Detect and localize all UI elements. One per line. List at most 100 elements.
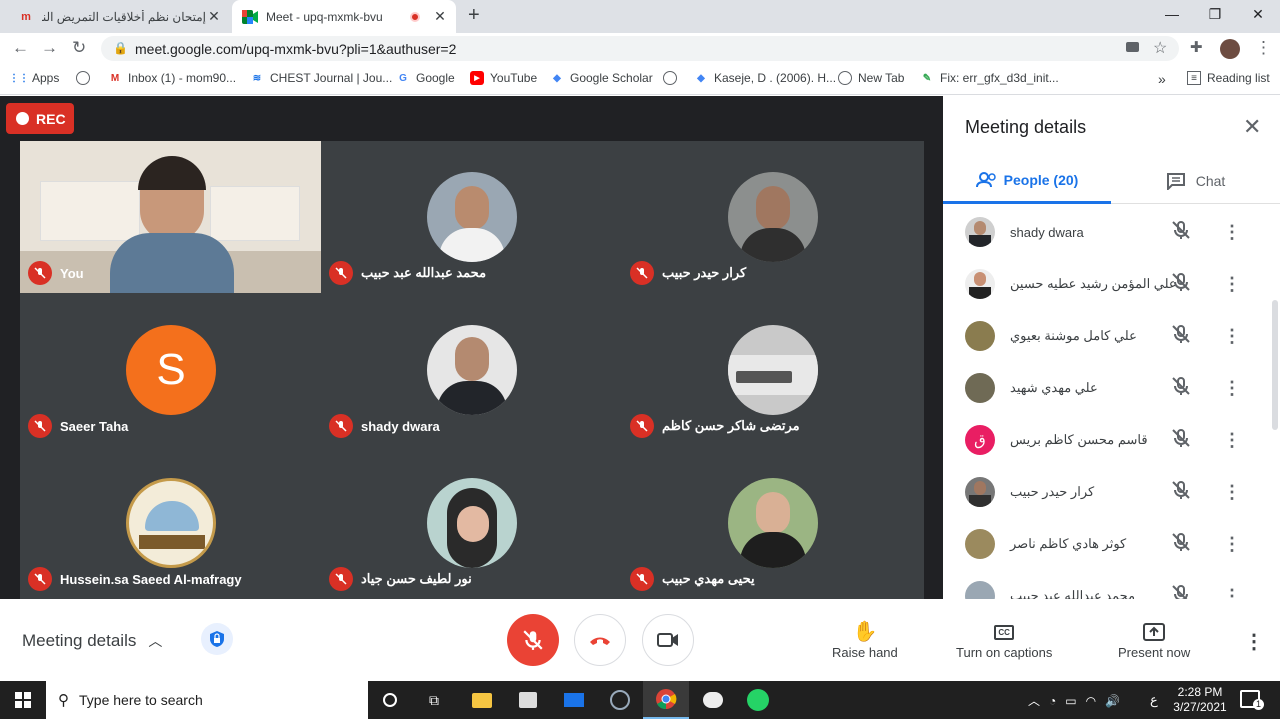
participant-tile[interactable]: كرار حيدر حبيب [622, 141, 923, 293]
list-item[interactable]: محمد عبدالله عبد حبيب ⋮ [943, 570, 1273, 599]
back-icon[interactable]: ← [12, 38, 29, 58]
url-text[interactable]: meet.google.com/upq-mxmk-bvu?pli=1&authu… [135, 41, 456, 57]
panel-scrollbar[interactable] [1272, 300, 1278, 430]
participant-tile[interactable]: يحيى مهدي حبيب [622, 447, 923, 599]
bookmark-star-icon[interactable]: ☆ [1153, 38, 1167, 58]
new-tab-button[interactable]: + [468, 4, 480, 27]
bookmark-label: Inbox (1) - mom90... [128, 71, 237, 85]
bookmark-google[interactable]: G Google [396, 71, 455, 85]
captions-button[interactable]: CC Turn on captions [956, 619, 1052, 660]
bookmark-scholar[interactable]: ◆ Google Scholar [550, 71, 653, 85]
participant-name: You [60, 265, 84, 281]
notification-center-icon[interactable]: 1 [1240, 690, 1264, 710]
taskbar-clock[interactable]: 2:28 PM 3/27/2021 [1168, 685, 1232, 715]
gmail-icon: M [110, 72, 120, 84]
close-icon[interactable]: ✕ [1243, 114, 1261, 140]
extensions-icon[interactable]: ✚ [1190, 38, 1203, 56]
raise-hand-button[interactable]: ✋ Raise hand [832, 619, 898, 660]
paint-icon[interactable] [700, 687, 726, 713]
cortana-icon[interactable] [377, 687, 403, 713]
tab-forms[interactable]: m إمتحان نظم أخلاقيات التمريض النها ✕ [8, 0, 230, 33]
mic-off-icon [1171, 376, 1191, 401]
list-item[interactable]: كرار حيدر حبيب ⋮ [943, 466, 1273, 518]
participant-tile-self[interactable]: You [20, 141, 321, 293]
participant-tile[interactable]: shady dwara [321, 294, 622, 446]
bookmark-fix[interactable]: ✎ Fix: err_gfx_d3d_init... [920, 71, 1059, 85]
tab-people-label: People (20) [1003, 171, 1079, 188]
list-item[interactable]: shady dwara ⋮ [943, 206, 1273, 258]
list-item[interactable]: علي مهدي شهيد ⋮ [943, 362, 1273, 414]
bookmark-globe[interactable] [663, 71, 683, 85]
mail-icon[interactable] [561, 687, 587, 713]
participant-name: shady dwara [361, 418, 440, 434]
list-item[interactable]: علي كامل موشنة بعيوي ⋮ [943, 310, 1273, 362]
bookmark-chest[interactable]: ≋ CHEST Journal | Jou... [250, 71, 392, 85]
taskbar-search[interactable]: ⚲ Type here to search [46, 681, 368, 719]
store-icon[interactable] [515, 687, 541, 713]
bookmark-youtube[interactable]: ▶ YouTube [470, 71, 537, 85]
whatsapp-icon[interactable] [745, 687, 771, 713]
menu-icon[interactable]: ⋮ [1255, 38, 1272, 58]
file-explorer-icon[interactable] [469, 687, 495, 713]
more-options-icon[interactable]: ⋮ [1244, 629, 1264, 654]
close-tab-icon[interactable]: ✕ [206, 8, 222, 25]
more-options-icon[interactable]: ⋮ [1223, 222, 1241, 243]
list-item[interactable]: ق قاسم محسن كاظم بريس ⋮ [943, 414, 1273, 466]
bookmark-label: YouTube [490, 71, 538, 85]
participant-avatar [728, 172, 818, 262]
more-options-icon[interactable]: ⋮ [1223, 430, 1241, 451]
youtube-icon: ▶ [470, 71, 484, 85]
mic-off-icon [1171, 220, 1191, 245]
app-icon[interactable] [607, 687, 633, 713]
meeting-details-toggle[interactable]: Meeting details ︿ [22, 631, 162, 651]
more-options-icon[interactable]: ⋮ [1223, 534, 1241, 555]
chrome-taskbar-button[interactable] [643, 681, 689, 719]
more-options-icon[interactable]: ⋮ [1223, 378, 1241, 399]
maximize-icon[interactable]: ❐ [1205, 6, 1225, 23]
mic-toggle-button[interactable] [507, 614, 559, 666]
mic-off-icon [1171, 272, 1191, 297]
person-name: علي كامل موشنة بعيوي [1010, 328, 1137, 343]
bookmarks-more-button[interactable]: » [1158, 71, 1166, 87]
close-window-icon[interactable]: ✕ [1248, 6, 1268, 23]
camera-toggle-button[interactable] [642, 614, 694, 666]
participant-tile[interactable]: محمد عبدالله عبد حبيب [321, 141, 622, 293]
leave-call-button[interactable] [574, 614, 626, 666]
camera-icon[interactable] [1126, 42, 1139, 52]
forms-icon: m [21, 10, 31, 23]
reload-icon[interactable]: ↻ [72, 38, 86, 58]
bookmark-inbox[interactable] [76, 71, 96, 85]
tab-people[interactable]: People (20) [943, 158, 1111, 204]
bookmark-inbox[interactable]: M Inbox (1) - mom90... [108, 71, 236, 85]
present-now-button[interactable]: Present now [1118, 619, 1190, 660]
bookmark-kaseje[interactable]: ◆ Kaseje, D . (2006). H... [694, 71, 836, 85]
present-label: Present now [1118, 645, 1191, 660]
tab-meet[interactable]: Meet - upq-mxmk-bvu ✕ [232, 0, 456, 33]
tab-chat[interactable]: Chat [1111, 158, 1280, 204]
input-language-indicator[interactable]: ع [1150, 692, 1158, 708]
meet-stage: REC You محمد عبدالله عبد حبيب كرار حيدر … [0, 96, 943, 599]
security-shield-icon[interactable] [201, 623, 233, 655]
address-bar[interactable]: 🔒 meet.google.com/upq-mxmk-bvu?pli=1&aut… [101, 36, 1179, 61]
profile-avatar[interactable] [1220, 39, 1240, 59]
forward-icon[interactable]: → [41, 38, 58, 58]
participant-tile[interactable]: S Saeer Taha [20, 294, 321, 446]
more-options-icon[interactable]: ⋮ [1223, 274, 1241, 295]
close-tab-icon[interactable]: ✕ [432, 8, 448, 25]
windows-start-icon[interactable] [10, 687, 36, 713]
list-item[interactable]: علي المؤمن رشيد عطيه حسين ⋮ [943, 258, 1273, 310]
participant-tile[interactable]: Hussein.sa Saeed Al-mafragy [20, 447, 321, 599]
more-options-icon[interactable]: ⋮ [1223, 482, 1241, 503]
minimize-icon[interactable]: — [1162, 6, 1182, 22]
bookmark-apps[interactable]: ⋮⋮ Apps [9, 71, 59, 85]
bookmark-label: Google Scholar [570, 71, 653, 85]
participant-tile[interactable]: مرتضى شاكر حسن كاظم [622, 294, 923, 446]
task-view-icon[interactable]: ⧉ [421, 687, 447, 713]
list-item[interactable]: كوثر هادي كاظم ناصر ⋮ [943, 518, 1273, 570]
more-options-icon[interactable]: ⋮ [1223, 326, 1241, 347]
participant-tile[interactable]: نور لطيف حسن جياد [321, 447, 622, 599]
more-options-icon[interactable]: ⋮ [1223, 586, 1241, 600]
mic-off-icon [329, 261, 353, 285]
bookmark-newtab[interactable]: New Tab [838, 71, 904, 85]
reading-list[interactable]: ≡ Reading list [1187, 71, 1270, 85]
